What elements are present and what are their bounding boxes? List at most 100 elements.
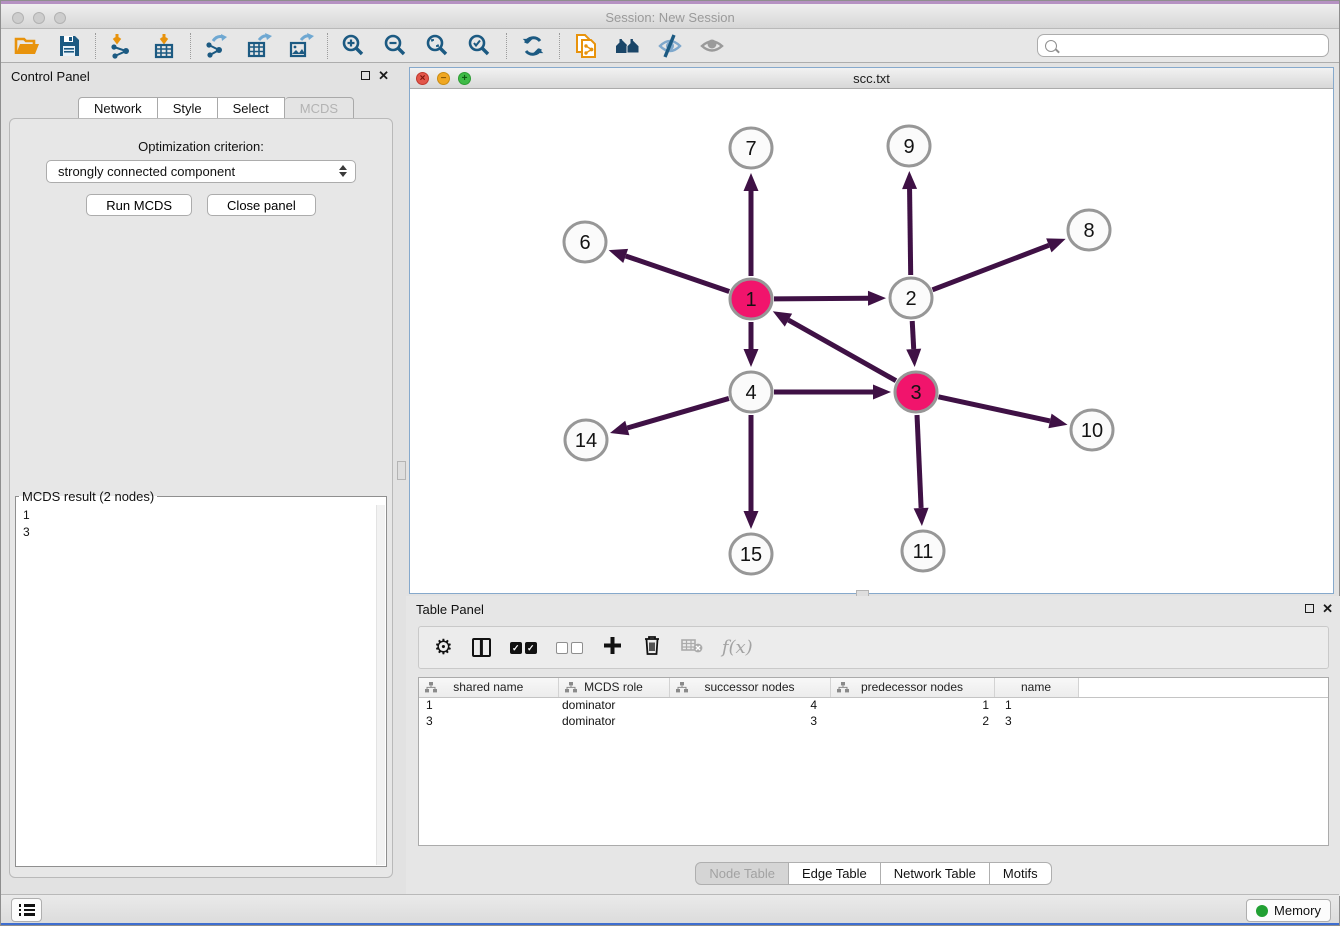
graph-edge-3-1[interactable]	[788, 320, 896, 381]
col-mcds-role[interactable]: MCDS role	[558, 678, 669, 697]
graph-node-label-1: 1	[745, 289, 756, 311]
list-icon	[19, 902, 35, 918]
control-panel-tabs: Network Style Select MCDS	[78, 97, 354, 119]
select-all-checkboxes-icon[interactable]: ✓✓	[510, 642, 537, 654]
delete-column-icon[interactable]	[642, 634, 662, 661]
close-panel-button[interactable]: Close panel	[207, 194, 316, 216]
control-panel: Control Panel ✕ Network Style Select MCD…	[1, 63, 397, 896]
close-table-panel-icon[interactable]: ✕	[1322, 603, 1333, 614]
memory-status-icon	[1256, 905, 1268, 917]
table-panel-title: Table Panel	[416, 602, 484, 617]
col-filler	[1078, 678, 1328, 697]
window-title: Session: New Session	[1, 10, 1339, 25]
control-panel-title: Control Panel	[11, 69, 90, 84]
mcds-result-text[interactable]: 1 3	[16, 504, 376, 866]
graph-node-label-6: 6	[579, 232, 590, 254]
zoom-selected-icon[interactable]	[467, 33, 493, 59]
col-predecessor-nodes[interactable]: predecessor nodes	[830, 678, 994, 697]
search-icon	[1045, 40, 1057, 52]
task-history-button[interactable]	[11, 898, 42, 922]
vertical-splitter-handle[interactable]	[397, 461, 406, 480]
graph-edge-4-14[interactable]	[627, 398, 729, 428]
graph-edge-2-9[interactable]	[910, 189, 911, 275]
main-area: Control Panel ✕ Network Style Select MCD…	[1, 63, 1339, 896]
tab-edge-table[interactable]: Edge Table	[789, 862, 881, 885]
optimization-criterion-label: Optimization criterion:	[10, 139, 392, 154]
criterion-select[interactable]: strongly connected component	[46, 160, 356, 183]
col-successor-nodes[interactable]: successor nodes	[669, 678, 830, 697]
graph-node-label-9: 9	[903, 136, 914, 158]
graph-edge-3-10[interactable]	[938, 397, 1049, 421]
criterion-value: strongly connected component	[58, 164, 235, 179]
network-window-title: scc.txt	[410, 71, 1333, 86]
network-canvas[interactable]: 7968124314101511	[410, 89, 1333, 593]
table-header-row: shared name MCDS role successor nodes pr…	[419, 678, 1328, 697]
column-flow-icon	[565, 682, 577, 696]
import-table-icon[interactable]	[151, 33, 177, 59]
run-mcds-button[interactable]: Run MCDS	[86, 194, 192, 216]
deselect-all-checkboxes-icon[interactable]	[556, 642, 583, 654]
graph-node-label-15: 15	[740, 544, 762, 566]
graph-node-label-14: 14	[575, 430, 597, 452]
tab-network-table[interactable]: Network Table	[881, 862, 990, 885]
graph-edge-3-11[interactable]	[917, 415, 921, 508]
open-session-icon[interactable]	[14, 33, 40, 59]
column-flow-icon	[837, 682, 849, 696]
mcds-result-title: MCDS result (2 nodes)	[19, 489, 157, 504]
function-builder-icon: f(x)	[722, 637, 753, 658]
graph-edge-2-8[interactable]	[932, 245, 1048, 289]
select-stepper-icon	[339, 165, 347, 177]
col-shared-name[interactable]: shared name	[419, 678, 558, 697]
main-toolbar	[1, 29, 1339, 63]
export-image-icon[interactable]	[288, 33, 314, 59]
network-view-window: × − + scc.txt 7968124314101511	[409, 67, 1334, 594]
tab-network[interactable]: Network	[78, 97, 158, 119]
export-network-icon[interactable]	[204, 33, 230, 59]
table-row[interactable]: 1 dominator 4 1 1	[419, 697, 1328, 713]
column-layout-icon[interactable]	[472, 638, 491, 657]
memory-button[interactable]: Memory	[1246, 899, 1331, 922]
clone-network-icon[interactable]	[573, 33, 599, 59]
tab-motifs[interactable]: Motifs	[990, 862, 1052, 885]
tab-node-table[interactable]: Node Table	[695, 862, 789, 885]
mcds-result-group: MCDS result (2 nodes) 1 3	[15, 489, 387, 867]
graph-edge-1-6[interactable]	[626, 256, 730, 292]
zoom-fit-icon[interactable]	[425, 33, 451, 59]
table-row[interactable]: 3 dominator 3 2 3	[419, 713, 1328, 729]
column-flow-icon	[425, 682, 437, 696]
graph-edge-2-3[interactable]	[912, 321, 913, 349]
col-name[interactable]: name	[994, 678, 1078, 697]
table-toolbar: ⚙ ✓✓ f(x)	[418, 626, 1329, 669]
graph-node-label-10: 10	[1081, 420, 1103, 442]
float-table-panel-icon[interactable]	[1305, 604, 1314, 613]
graph-node-label-2: 2	[905, 288, 916, 310]
tab-mcds[interactable]: MCDS	[285, 97, 354, 119]
network-window-header[interactable]: × − + scc.txt	[410, 68, 1333, 89]
graph-edge-1-2[interactable]	[774, 298, 868, 299]
import-network-icon[interactable]	[109, 33, 135, 59]
node-table[interactable]: shared name MCDS role successor nodes pr…	[418, 677, 1329, 846]
network-graph[interactable]: 7968124314101511	[410, 89, 1333, 593]
table-panel: Table Panel ✕ ⚙ ✓✓ f(x)	[406, 596, 1340, 896]
tab-select[interactable]: Select	[218, 97, 285, 119]
add-column-icon[interactable]	[602, 635, 623, 661]
result-scrollbar[interactable]	[376, 505, 385, 865]
column-flow-icon	[676, 682, 688, 696]
export-table-icon[interactable]	[246, 33, 272, 59]
zoom-out-icon[interactable]	[383, 33, 409, 59]
search-input[interactable]	[1037, 34, 1329, 57]
toggle-visibility-icon	[699, 33, 725, 59]
float-panel-icon[interactable]	[361, 71, 370, 80]
toggle-style-icon[interactable]	[657, 33, 683, 59]
memory-label: Memory	[1274, 903, 1321, 918]
table-panel-tabs: Node Table Edge Table Network Table Moti…	[406, 862, 1340, 885]
zoom-in-icon[interactable]	[341, 33, 367, 59]
nested-networks-icon[interactable]	[615, 33, 641, 59]
tab-style[interactable]: Style	[158, 97, 218, 119]
delete-table-icon	[681, 636, 703, 659]
save-session-icon[interactable]	[56, 33, 82, 59]
refresh-icon[interactable]	[520, 33, 546, 59]
settings-gear-icon[interactable]: ⚙	[434, 637, 453, 658]
close-panel-icon[interactable]: ✕	[378, 70, 389, 81]
graph-node-label-4: 4	[745, 382, 756, 404]
